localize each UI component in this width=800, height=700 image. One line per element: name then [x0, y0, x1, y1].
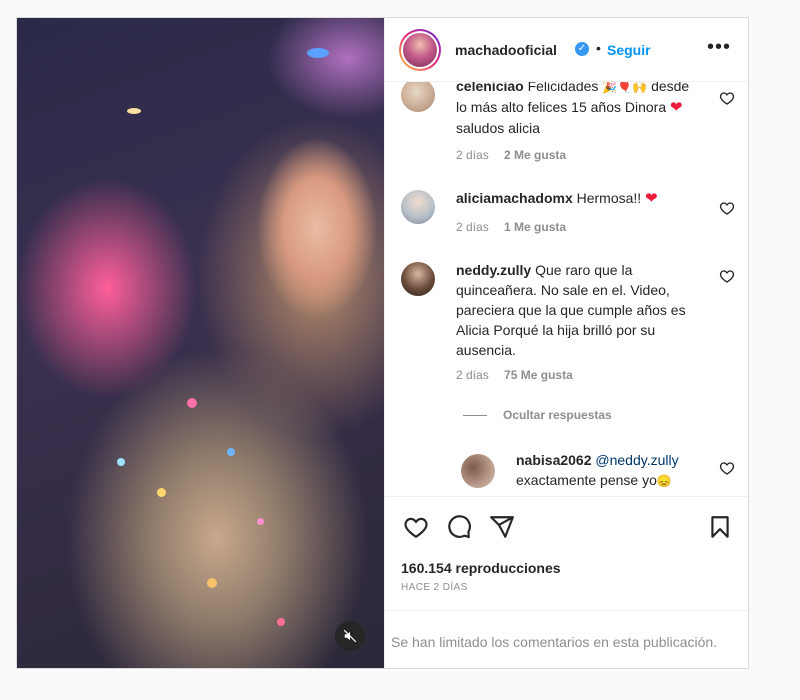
author-username[interactable]: machadooficial	[455, 42, 557, 58]
commenter-avatar[interactable]	[401, 82, 435, 112]
author-avatar[interactable]	[399, 29, 441, 71]
comment-likes[interactable]: 75 Me gusta	[504, 368, 573, 382]
hide-replies-button[interactable]: Ocultar respuestas	[463, 408, 612, 422]
sparkle	[307, 48, 329, 58]
bookmark-icon[interactable]	[707, 514, 733, 540]
separator-dot: •	[596, 40, 601, 56]
comment-time[interactable]: 2 días	[456, 368, 489, 382]
comment-username[interactable]: aliciamachadomx	[456, 190, 573, 206]
post-date[interactable]: HACE 2 DÍAS	[401, 582, 468, 593]
post-panel: machadooficial ✓ • Seguir ••• celeniciao…	[384, 18, 748, 668]
sparkle	[277, 618, 285, 626]
balloon-emoji: 🎈	[617, 82, 633, 95]
comment-icon[interactable]	[446, 514, 472, 540]
red-heart-emoji: ❤	[670, 99, 683, 117]
more-icon[interactable]: •••	[707, 36, 731, 59]
like-comment-heart-icon[interactable]	[719, 90, 735, 106]
sparkle	[117, 458, 125, 466]
comment-username[interactable]: neddy.zully	[456, 262, 531, 278]
comment-text: aliciamachadomx Hermosa!! ❤	[456, 190, 658, 207]
post-video[interactable]	[17, 18, 384, 668]
party-emoji: 🎉	[602, 82, 618, 95]
sad-emoji: 😞	[656, 474, 672, 489]
comment-meta: 2 días 1 Me gusta	[456, 220, 566, 234]
mute-button[interactable]	[335, 621, 365, 651]
post-header: machadooficial ✓ • Seguir •••	[385, 18, 748, 82]
reply-mention[interactable]: @neddy.zully	[595, 452, 678, 468]
commenter-avatar[interactable]	[401, 262, 435, 296]
red-heart-emoji: ❤	[645, 190, 658, 207]
comment-likes[interactable]: 2 Me gusta	[504, 148, 566, 162]
post-card: machadooficial ✓ • Seguir ••• celeniciao…	[16, 17, 749, 669]
sparkle	[207, 578, 217, 588]
like-reply-heart-icon[interactable]	[719, 460, 735, 476]
comment-text: neddy.zully Que raro que la quinceañera.…	[456, 262, 686, 358]
hands-emoji: 🙌	[632, 82, 648, 95]
sparkle	[187, 398, 197, 408]
reply-username[interactable]: nabisa2062	[516, 452, 592, 468]
comment-time[interactable]: 2 días	[456, 220, 489, 234]
sparkle	[127, 108, 141, 114]
sparkle	[157, 488, 166, 497]
comment-username[interactable]: celeniciao	[456, 82, 524, 94]
sparkle	[227, 448, 235, 456]
comment-time[interactable]: 2 días	[456, 148, 489, 162]
reply-avatar[interactable]	[461, 454, 495, 488]
comments-limited-notice: Se han limitado los comentarios en esta …	[385, 610, 748, 668]
comment-meta: 2 días 2 Me gusta	[456, 148, 566, 162]
comment-meta: 2 días 75 Me gusta	[456, 368, 573, 382]
view-count[interactable]: 160.154 reproducciones	[401, 560, 561, 576]
comment-text: celeniciao Felicidades 🎉🎈🙌 desde lo más …	[456, 82, 696, 138]
mute-icon	[343, 629, 357, 643]
like-comment-heart-icon[interactable]	[719, 200, 735, 216]
commenter-avatar[interactable]	[401, 190, 435, 224]
divider-line	[463, 415, 487, 417]
verified-icon: ✓	[575, 42, 589, 56]
sparkle	[257, 518, 264, 525]
comments-list: celeniciao Felicidades 🎉🎈🙌 desde lo más …	[385, 82, 748, 496]
like-comment-heart-icon[interactable]	[719, 268, 735, 284]
comment-likes[interactable]: 1 Me gusta	[504, 220, 566, 234]
follow-button[interactable]: Seguir	[607, 42, 651, 58]
reply-text: nabisa2062 @neddy.zully exactamente pens…	[516, 450, 716, 491]
share-icon[interactable]	[489, 514, 515, 540]
heart-icon[interactable]	[403, 514, 429, 540]
